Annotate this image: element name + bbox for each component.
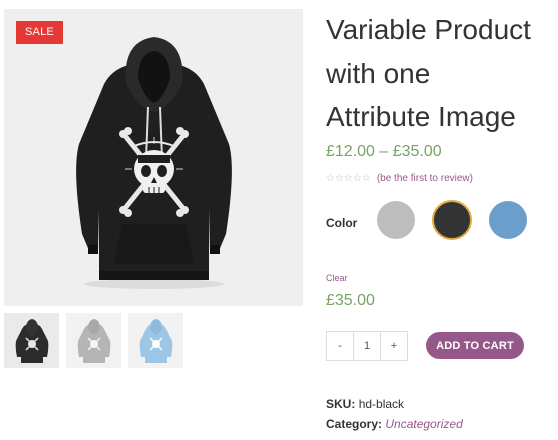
quantity-stepper: - 1 +	[326, 331, 408, 361]
sku-value: hd-black	[358, 397, 405, 411]
clear-link[interactable]: Clear	[326, 273, 348, 283]
thumbnail-gray-hoodie[interactable]	[66, 313, 121, 368]
quantity-plus-button[interactable]: +	[381, 331, 408, 361]
thumbnail-black-hoodie[interactable]	[4, 313, 59, 368]
hoodie-thumb-icon	[139, 318, 172, 363]
quantity-input[interactable]: 1	[354, 331, 381, 361]
gallery-thumbnails	[4, 313, 183, 368]
category-link[interactable]: Uncategorized	[385, 417, 462, 431]
thumbnail-blue-hoodie[interactable]	[128, 313, 183, 368]
category-row: Category: Uncategorized	[326, 417, 463, 431]
color-swatch-black[interactable]	[432, 200, 472, 240]
star-rating-icon: ☆☆☆☆☆	[326, 173, 371, 184]
price-range: £12.00 – £35.00	[326, 143, 442, 160]
attribute-label: Color	[326, 216, 358, 230]
product-title: Variable Product with one Attribute Imag…	[326, 8, 558, 139]
product-main-image[interactable]: SALE	[4, 9, 303, 306]
color-swatch-gray[interactable]	[377, 201, 415, 239]
hoodie-image	[76, 37, 232, 289]
product-title-line-1: Variable Product	[326, 14, 531, 45]
sku-row: SKU: hd-black	[326, 397, 404, 411]
review-link[interactable]: (be the first to review)	[377, 173, 473, 184]
color-swatch-blue[interactable]	[489, 201, 527, 239]
quantity-minus-button[interactable]: -	[326, 331, 354, 361]
category-label: Category:	[326, 417, 383, 431]
add-to-cart-button[interactable]: ADD TO CART	[426, 332, 524, 359]
hoodie-thumb-icon	[77, 318, 110, 363]
hoodie-thumb-icon	[15, 318, 48, 363]
sale-badge: SALE	[16, 21, 63, 44]
rating-row: ☆☆☆☆☆ (be the first to review)	[326, 173, 473, 184]
product-title-line-3: Attribute Image	[326, 101, 516, 132]
sku-label: SKU:	[326, 397, 356, 411]
variation-price: £35.00	[326, 292, 375, 309]
product-title-line-2: with one	[326, 57, 431, 89]
